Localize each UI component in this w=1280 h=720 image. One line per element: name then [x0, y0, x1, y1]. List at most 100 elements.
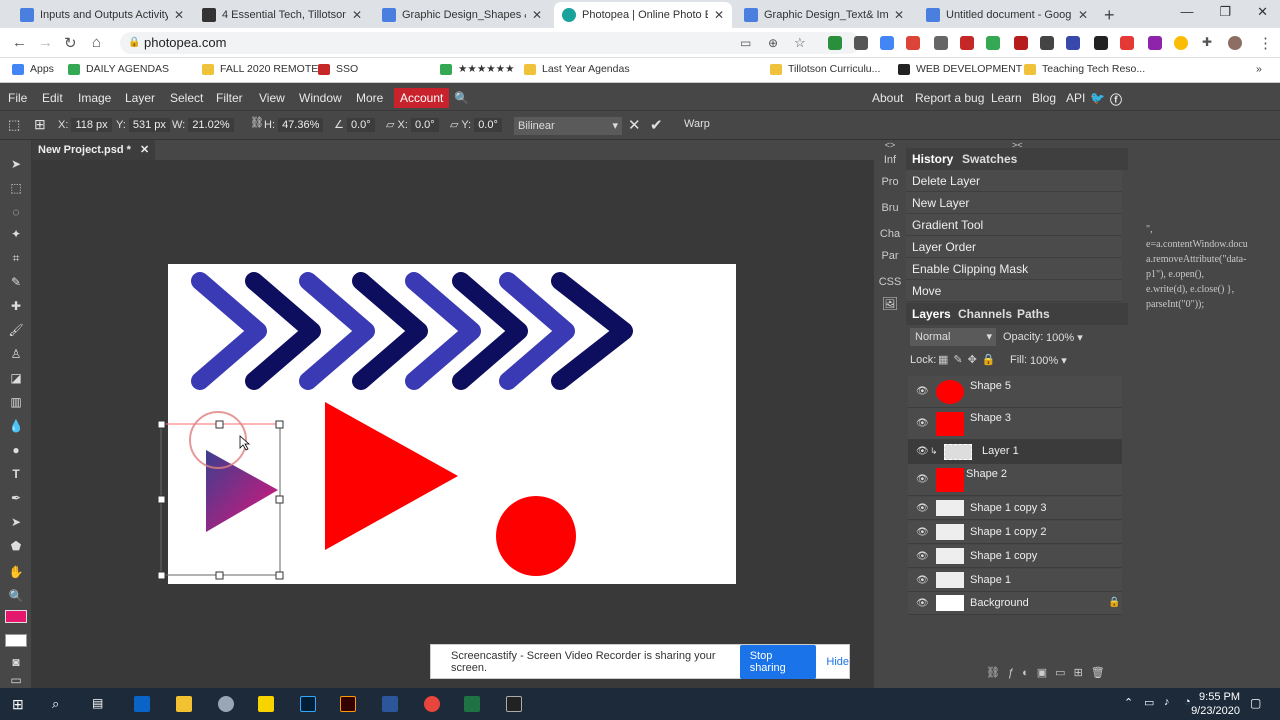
move-tool-icon[interactable]: ➤ — [8, 156, 24, 172]
panel-paragraph[interactable]: Par — [874, 250, 906, 262]
height-field[interactable]: H: 47.36% — [264, 118, 324, 132]
history-item[interactable]: Move — [906, 280, 1122, 302]
new-layer-icon[interactable]: ⊞ — [1074, 667, 1091, 679]
back-icon[interactable]: ← — [12, 34, 27, 51]
bookmark-item[interactable]: Teaching Tech Reso... — [1024, 63, 1145, 75]
close-icon[interactable]: ✕ — [714, 8, 724, 22]
background-color-swatch[interactable] — [5, 634, 27, 647]
x-field[interactable]: X: 118 px — [58, 118, 112, 132]
bookmark-item[interactable]: FALL 2020 REMOTE — [202, 63, 318, 75]
close-icon[interactable]: ✕ — [352, 8, 362, 22]
sticky-notes-icon[interactable] — [258, 696, 274, 712]
home-icon[interactable]: ⌂ — [92, 34, 101, 51]
pen-tool-icon[interactable]: ✒ — [8, 490, 24, 506]
extension-icon[interactable] — [1174, 36, 1188, 50]
reload-icon[interactable]: ↻ — [64, 34, 77, 52]
stop-sharing-button[interactable]: Stop sharing — [739, 644, 817, 679]
bookmark-item[interactable]: SSO — [318, 63, 358, 75]
close-icon[interactable]: ✕ — [140, 144, 149, 156]
illustrator-icon[interactable] — [340, 696, 356, 712]
close-icon[interactable]: ✕ — [174, 8, 184, 22]
hand-tool-icon[interactable]: ✋ — [8, 564, 24, 580]
menu-learn[interactable]: Learn — [991, 91, 1022, 105]
windows-start-icon[interactable]: ⊞ — [12, 696, 28, 712]
panel-brush[interactable]: Bru — [874, 202, 906, 214]
reference-point-icon[interactable]: ⊞ — [34, 116, 46, 133]
eye-icon[interactable]: 👁 — [916, 598, 929, 609]
skew-y-field[interactable]: ▱ Y: 0.0° — [450, 118, 502, 132]
layer-row[interactable]: 👁 Shape 5 — [908, 376, 1122, 408]
search-icon[interactable]: 🔍 — [454, 91, 469, 105]
transform-handle[interactable] — [157, 420, 166, 429]
menu-layer[interactable]: Layer — [125, 91, 155, 105]
tray-chevron-icon[interactable]: ⌃ — [1124, 696, 1140, 712]
delete-layer-icon[interactable]: 🗑 — [1091, 667, 1113, 679]
collapse-icon[interactable]: <> — [874, 140, 906, 150]
menu-file[interactable]: File — [8, 91, 27, 105]
extension-icon[interactable] — [1040, 36, 1054, 50]
eyedropper-icon[interactable]: ✎ — [8, 274, 24, 290]
history-item[interactable]: Delete Layer — [906, 170, 1122, 192]
foreground-color-swatch[interactable] — [5, 610, 27, 623]
forward-icon[interactable]: → — [38, 34, 53, 51]
document-tab[interactable]: New Project.psd * ✕ — [32, 140, 156, 160]
cast-icon[interactable]: ▭ — [740, 36, 751, 50]
bookmark-item[interactable]: Tillotson Curriculu... — [770, 63, 880, 75]
eye-icon[interactable]: 👁 — [916, 527, 929, 538]
transform-bounding-box[interactable] — [150, 410, 300, 590]
history-item[interactable]: Gradient Tool — [906, 214, 1122, 236]
search-icon[interactable]: ⌕ — [52, 696, 68, 712]
quick-select-icon[interactable]: ✦ — [8, 226, 24, 242]
extension-icon[interactable] — [906, 36, 920, 50]
browser-tab[interactable]: Graphic Design_Text& Image✕ — [736, 2, 912, 28]
tab-paths[interactable]: Paths — [1017, 307, 1050, 321]
menu-blog[interactable]: Blog — [1032, 91, 1056, 105]
skew-x-field[interactable]: ▱ X: 0.0° — [386, 118, 439, 132]
extension-icon[interactable] — [1066, 36, 1080, 50]
layer-row[interactable]: 👁 Shape 3 — [908, 408, 1122, 440]
task-view-icon[interactable]: ▤ — [92, 696, 108, 712]
new-tab-icon[interactable]: + — [1104, 5, 1115, 26]
interpolation-select[interactable]: Bilinear ▾ — [514, 117, 622, 135]
extension-icon[interactable] — [828, 36, 842, 50]
extension-icon[interactable] — [960, 36, 974, 50]
extension-icon[interactable] — [1094, 36, 1108, 50]
link-icon[interactable]: ⛓ — [250, 116, 264, 129]
bookmark-item[interactable]: WEB DEVELOPMENT — [898, 63, 1022, 75]
tab-swatches[interactable]: Swatches — [962, 152, 1017, 166]
transform-handle[interactable] — [275, 495, 284, 504]
acrobat-icon[interactable] — [506, 696, 522, 712]
panel-css[interactable]: CSS — [874, 276, 906, 288]
bookmark-apps[interactable]: Apps — [12, 63, 54, 75]
transform-handle[interactable] — [275, 571, 284, 580]
gradient-tool-icon[interactable]: ▥ — [8, 394, 24, 410]
transform-handle[interactable] — [275, 420, 284, 429]
menu-select[interactable]: Select — [170, 91, 203, 105]
history-item[interactable]: Layer Order — [906, 236, 1122, 258]
system-clock[interactable]: 9:55 PM 9/23/2020 — [1191, 690, 1240, 718]
word-icon[interactable] — [382, 696, 398, 712]
layer-row-selected[interactable]: 👁 ↳ Layer 1 — [908, 440, 1122, 464]
eye-icon[interactable]: 👁 — [916, 418, 929, 429]
extension-icon[interactable] — [854, 36, 868, 50]
cancel-transform-icon[interactable]: ✕ — [628, 116, 641, 134]
history-item[interactable]: New Layer — [906, 192, 1122, 214]
dodge-tool-icon[interactable]: ● — [8, 442, 24, 458]
browser-tab[interactable]: Untitled document - Google ✕ — [918, 2, 1096, 28]
mask-icon[interactable]: ▣ — [1037, 667, 1055, 679]
close-icon[interactable]: ✕ — [1078, 8, 1088, 22]
eye-icon[interactable]: 👁 — [916, 474, 929, 485]
width-field[interactable]: W: 21.02% — [172, 118, 234, 132]
browser-tab[interactable]: Inputs and Outputs Activity ✕ — [12, 2, 192, 28]
blend-mode-select[interactable]: Normal ▾ — [910, 328, 996, 346]
tab-layers[interactable]: Layers — [912, 307, 951, 321]
quick-mask-icon[interactable]: ◙ — [8, 654, 24, 670]
panel-info[interactable]: Inf — [874, 154, 906, 166]
bookmark-item[interactable]: ★★★★★★ — [440, 63, 514, 75]
browser-tab[interactable]: Graphic Design_Shapes & Lin✕ — [374, 2, 550, 28]
close-icon[interactable]: ✕ — [532, 8, 542, 22]
fill-field[interactable]: 100% ▾ — [1030, 354, 1067, 367]
tab-history[interactable]: History — [912, 152, 953, 166]
menu-edit[interactable]: Edit — [42, 91, 63, 105]
type-tool-icon[interactable]: T — [8, 466, 24, 482]
